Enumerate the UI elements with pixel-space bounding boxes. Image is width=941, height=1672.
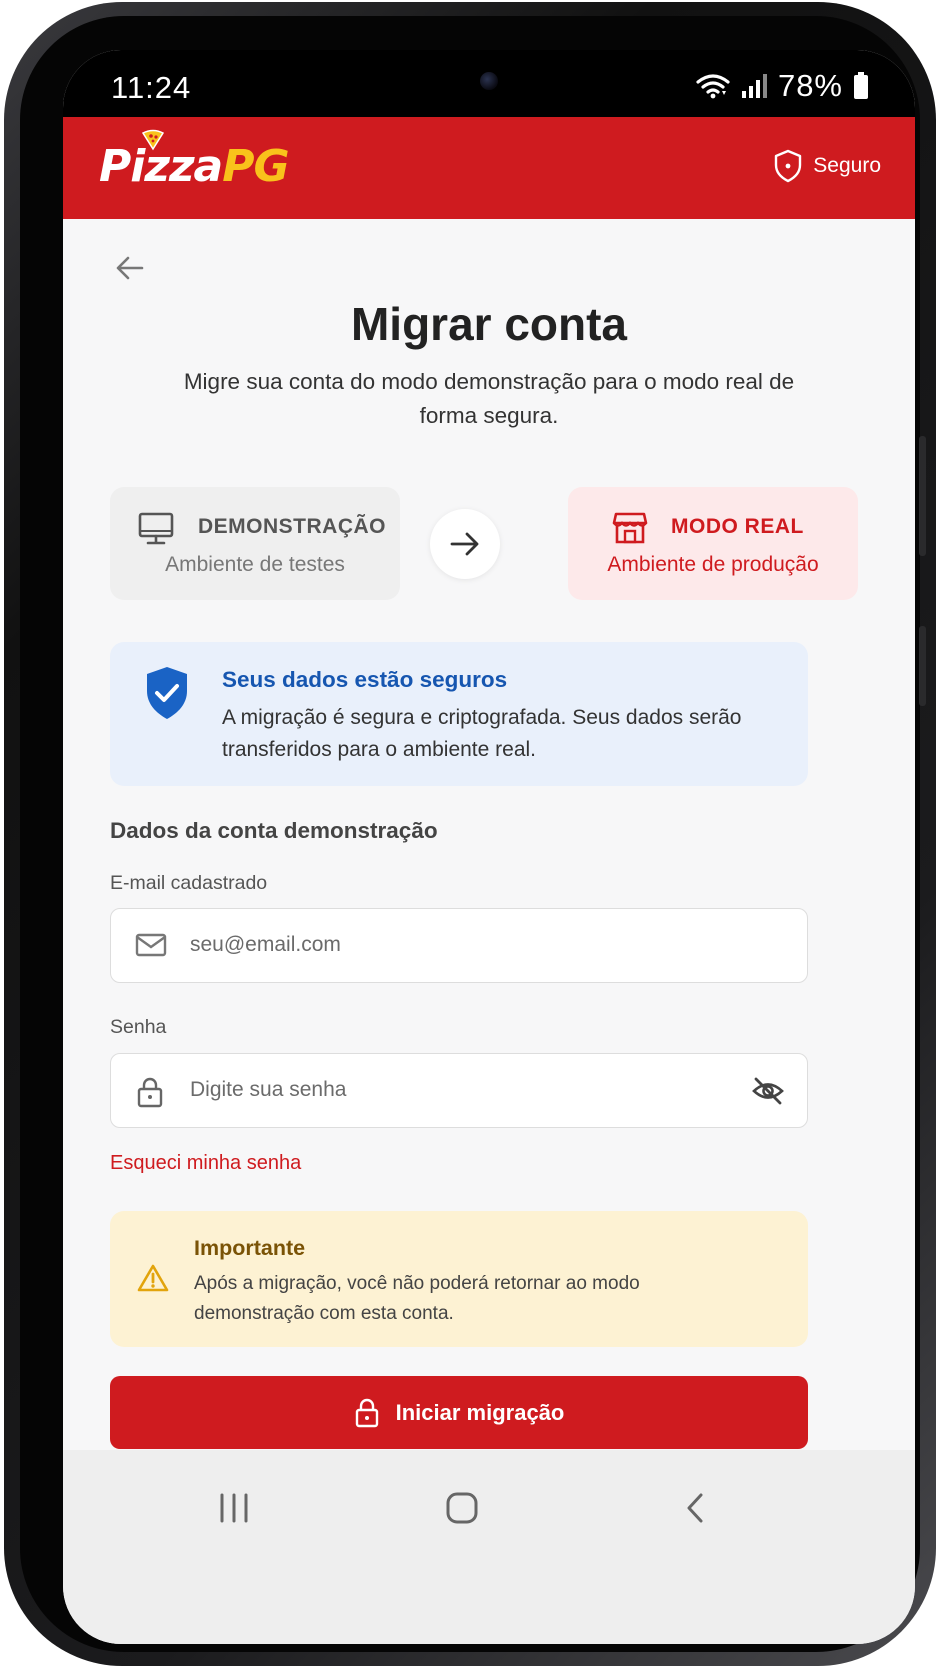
phone-bezel: 11:24 78% PizzaPG Seguro Migrar conta Mi… — [20, 16, 926, 1652]
warning-notice: Importante Após a migração, você não pod… — [110, 1211, 808, 1347]
logo-text-pizza: Pizza — [99, 141, 223, 192]
recents-icon[interactable] — [217, 1492, 251, 1524]
forgot-password-link[interactable]: Esqueci minha senha — [110, 1152, 301, 1175]
form-section-title: Dados da conta demonstração — [110, 818, 438, 843]
power-button — [919, 626, 926, 706]
password-field[interactable]: Digite sua senha — [110, 1053, 808, 1128]
password-label: Senha — [110, 1016, 167, 1038]
arrow-right-icon — [450, 532, 479, 556]
warning-text: Após a migração, você não poderá retorna… — [194, 1273, 640, 1324]
signal-icon — [741, 74, 767, 98]
back-arrow-icon[interactable] — [115, 253, 145, 283]
battery-percent: 78% — [777, 68, 843, 103]
start-migration-label: Iniciar migração — [395, 1399, 565, 1425]
lock-icon — [355, 1398, 378, 1427]
security-notice: Seus dados estão seguros A migração é se… — [110, 642, 808, 786]
mode-card-real: MODO REAL Ambiente de produção — [568, 487, 858, 600]
home-icon[interactable] — [445, 1492, 479, 1524]
status-time: 11:24 — [111, 70, 192, 105]
logo-text-pg: PG — [222, 141, 289, 192]
mail-icon — [135, 933, 167, 957]
battery-icon — [854, 72, 868, 99]
mode-demo-title: DEMONSTRAÇÃO — [198, 515, 386, 538]
password-placeholder: Digite sua senha — [190, 1078, 347, 1101]
security-notice-text: A migração é segura e criptografada. Seu… — [222, 706, 742, 761]
start-migration-button[interactable]: Iniciar migração — [110, 1376, 808, 1449]
email-field[interactable]: seu@email.com — [110, 908, 808, 983]
system-nav-bar — [63, 1450, 915, 1644]
back-icon[interactable] — [683, 1492, 707, 1524]
phone-screen: 11:24 78% PizzaPG Seguro Migrar conta Mi… — [63, 50, 915, 1644]
migration-arrow — [430, 509, 500, 579]
mode-card-demo: DEMONSTRAÇÃO Ambiente de testes — [110, 487, 400, 600]
mode-demo-subtitle: Ambiente de testes — [165, 553, 345, 576]
lock-icon — [137, 1077, 163, 1108]
warning-title: Importante — [194, 1236, 306, 1260]
page-subtitle: Migre sua conta do modo demonstração par… — [183, 369, 795, 428]
email-placeholder: seu@email.com — [190, 933, 341, 956]
security-notice-title: Seus dados estão seguros — [222, 667, 508, 692]
mode-real-title: MODO REAL — [671, 515, 804, 538]
front-camera — [480, 72, 498, 90]
app-logo: PizzaPG — [99, 141, 290, 192]
email-label: E-mail cadastrado — [110, 872, 268, 894]
shield-icon — [775, 149, 802, 183]
volume-button — [919, 436, 926, 556]
wifi-icon — [696, 74, 730, 99]
app-header: PizzaPG Seguro — [63, 117, 915, 219]
warning-icon — [137, 1264, 169, 1292]
store-icon — [612, 512, 648, 544]
secure-badge: Seguro — [773, 149, 881, 183]
mode-real-subtitle: Ambiente de produção — [607, 553, 819, 576]
monitor-icon — [138, 512, 174, 545]
shield-check-icon — [147, 667, 187, 719]
status-bar: 11:24 78% — [63, 50, 915, 117]
eye-off-icon[interactable] — [751, 1076, 785, 1106]
secure-label: Seguro — [813, 154, 881, 177]
page-title: Migrar conta — [350, 298, 628, 350]
status-icons: 78% — [696, 68, 869, 104]
phone-frame: 11:24 78% PizzaPG Seguro Migrar conta Mi… — [4, 2, 936, 1666]
